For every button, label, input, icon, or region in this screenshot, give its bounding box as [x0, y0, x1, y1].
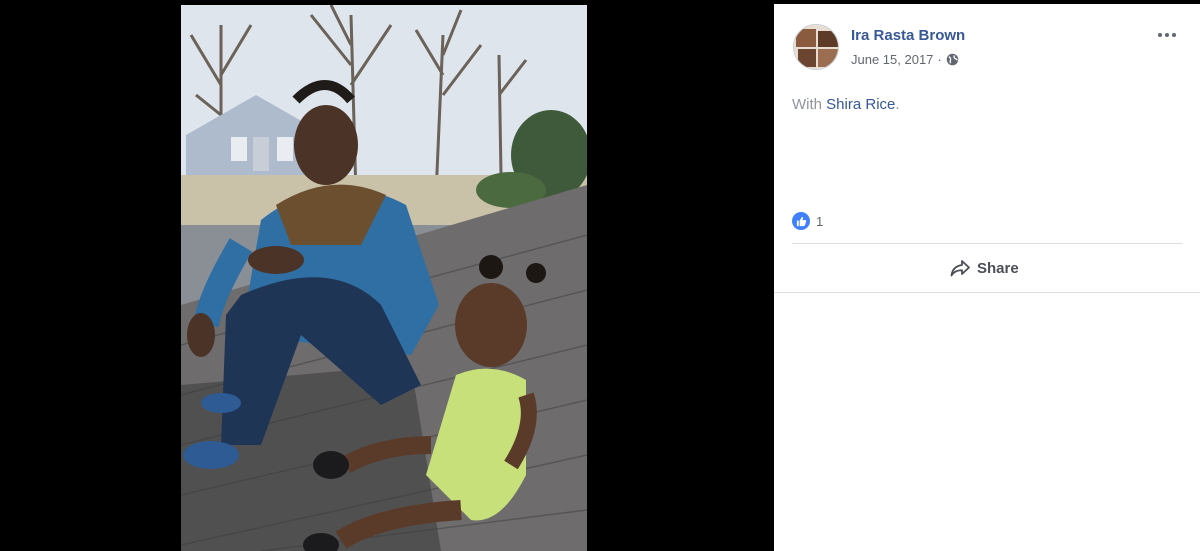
more-options-button[interactable]	[1154, 22, 1180, 48]
divider	[774, 292, 1200, 293]
caption-suffix: .	[895, 96, 900, 113]
globe-icon[interactable]	[946, 53, 959, 66]
post-side-panel: Ira Rasta Brown June 15, 2017 · With Shi…	[774, 4, 1200, 551]
like-icon	[792, 212, 810, 230]
avatar[interactable]	[793, 24, 839, 70]
share-label: Share	[977, 259, 1019, 277]
more-horizontal-icon	[1158, 33, 1162, 37]
tagged-person-link[interactable]: Shira Rice	[826, 96, 895, 113]
caption-prefix: With	[792, 96, 822, 113]
like-count: 1	[816, 213, 824, 229]
post-caption: With Shira Rice.	[792, 96, 900, 113]
divider	[792, 243, 1182, 244]
post-date[interactable]: June 15, 2017	[851, 52, 933, 67]
share-icon	[949, 258, 971, 278]
more-dot	[1165, 33, 1169, 37]
photo-viewer	[0, 0, 774, 551]
reactions-summary[interactable]: 1	[792, 212, 823, 230]
more-dot	[1172, 33, 1176, 37]
post-meta: June 15, 2017 ·	[851, 52, 959, 67]
meta-separator: ·	[937, 52, 942, 67]
author-name-link[interactable]: Ira Rasta Brown	[851, 27, 965, 44]
post-photo[interactable]	[181, 5, 587, 551]
share-button[interactable]: Share	[949, 256, 1019, 280]
